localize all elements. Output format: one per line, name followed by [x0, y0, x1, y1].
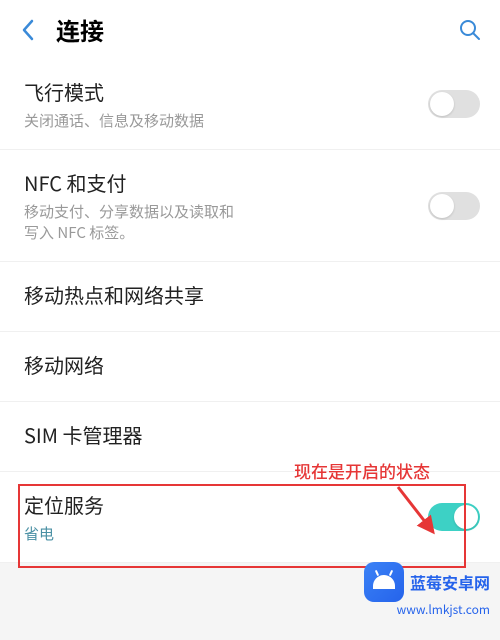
hotspot-item[interactable]: 移动热点和网络共享	[0, 262, 500, 332]
nfc-item[interactable]: NFC 和支付 移动支付、分享数据以及读取和写入 NFC 标签。	[0, 150, 500, 262]
watermark-logo-icon	[364, 562, 404, 602]
back-icon[interactable]	[16, 18, 40, 42]
location-item[interactable]: 定位服务 省电	[0, 472, 500, 563]
airplane-toggle[interactable]	[428, 90, 480, 118]
item-title: 移动网络	[24, 350, 476, 379]
mobile-network-item[interactable]: 移动网络	[0, 332, 500, 402]
item-title: 移动热点和网络共享	[24, 280, 476, 309]
watermark-name: 蓝莓安卓网	[410, 570, 490, 594]
nfc-toggle[interactable]	[428, 192, 480, 220]
airplane-mode-item[interactable]: 飞行模式 关闭通话、信息及移动数据	[0, 59, 500, 150]
item-title: 飞行模式	[24, 77, 476, 106]
page-header: 连接	[0, 0, 500, 59]
search-icon[interactable]	[456, 16, 484, 44]
item-title: NFC 和支付	[24, 168, 476, 197]
item-status: 省电	[24, 523, 476, 544]
location-toggle[interactable]	[428, 503, 480, 531]
item-subtitle: 移动支付、分享数据以及读取和写入 NFC 标签。	[24, 201, 304, 243]
watermark: 蓝莓安卓网	[364, 562, 490, 602]
item-subtitle: 关闭通话、信息及移动数据	[24, 110, 304, 131]
item-title: 定位服务	[24, 490, 476, 519]
page-title: 连接	[56, 12, 104, 47]
settings-list: 飞行模式 关闭通话、信息及移动数据 NFC 和支付 移动支付、分享数据以及读取和…	[0, 59, 500, 563]
watermark-url: www.lmkjst.com	[397, 601, 490, 618]
sim-manager-item[interactable]: SIM 卡管理器	[0, 402, 500, 472]
item-title: SIM 卡管理器	[24, 420, 476, 449]
